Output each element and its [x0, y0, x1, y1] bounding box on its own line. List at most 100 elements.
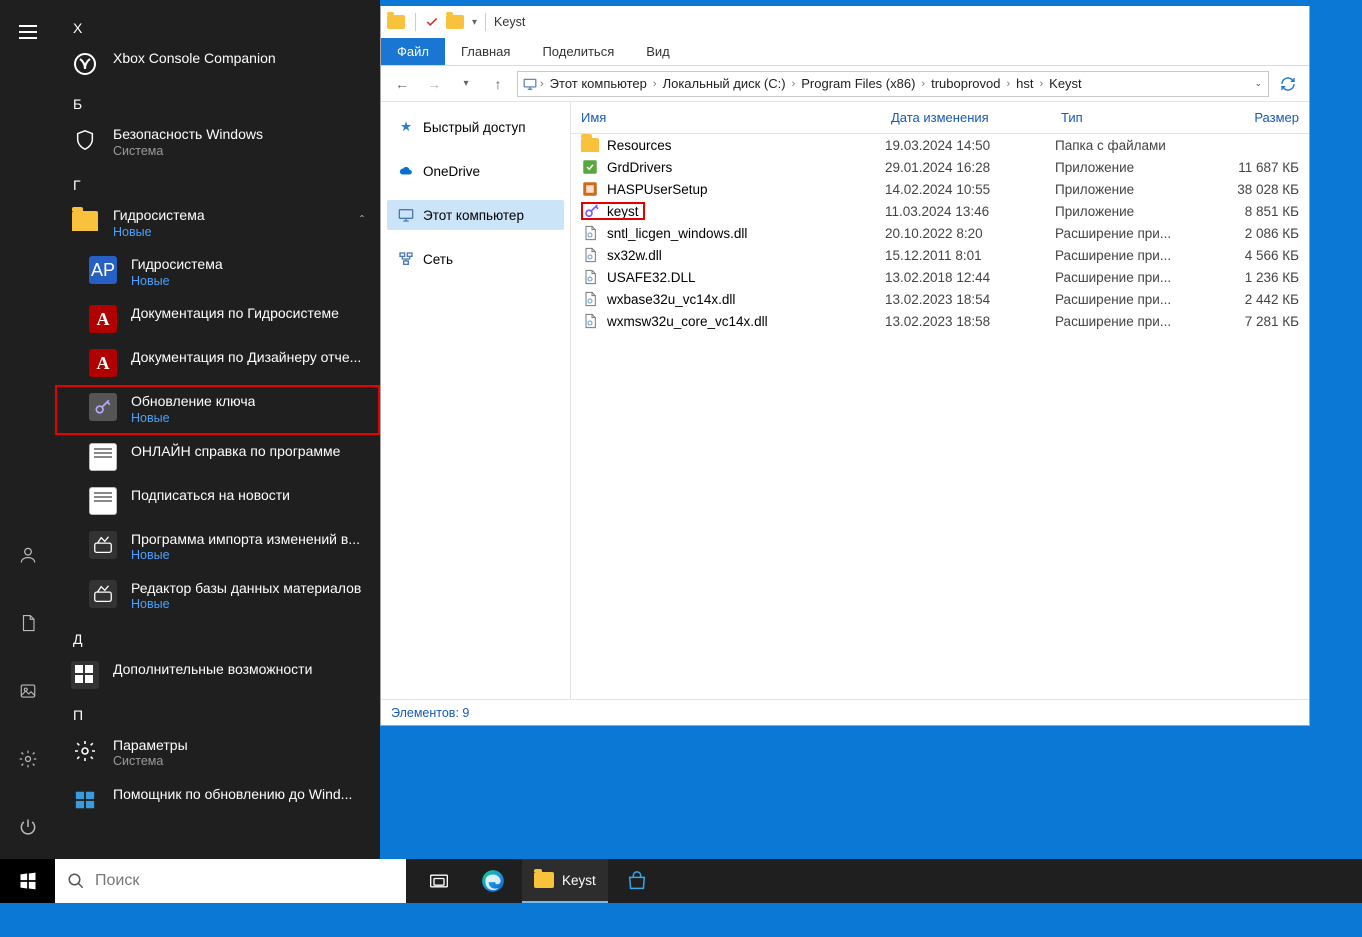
- letter-header[interactable]: П: [55, 697, 380, 729]
- chevron-right-icon[interactable]: ›: [919, 78, 927, 90]
- breadcrumb-item[interactable]: Keyst: [1045, 76, 1086, 91]
- file-row[interactable]: keyst11.03.2024 13:46Приложение8 851 КБ: [571, 200, 1309, 222]
- app-subscribe-news[interactable]: Подписаться на новости: [55, 479, 380, 523]
- titlebar[interactable]: ▾ Keyst: [381, 6, 1309, 38]
- start-apps-list[interactable]: X Xbox Console Companion Б Безопасность …: [55, 0, 380, 859]
- start-rail: [0, 0, 55, 859]
- file-row[interactable]: HASPUserSetup14.02.2024 10:55Приложение3…: [571, 178, 1309, 200]
- breadcrumb-item[interactable]: truboprovod: [927, 76, 1004, 91]
- ribbon-tab-share[interactable]: Поделиться: [526, 38, 630, 65]
- ribbon-tab-home[interactable]: Главная: [445, 38, 526, 65]
- breadcrumb-dropdown[interactable]: ⌄: [1252, 78, 1264, 89]
- app-change-importer[interactable]: Программа импорта изменений в... Новые: [55, 523, 380, 572]
- app-doc-hydrosystem[interactable]: A Документация по Гидросистеме: [55, 297, 380, 341]
- app-online-help[interactable]: ОНЛАЙН справка по программе: [55, 435, 380, 479]
- file-row[interactable]: sx32w.dll15.12.2011 8:01Расширение при..…: [571, 244, 1309, 266]
- breadcrumb-item[interactable]: Этот компьютер: [546, 76, 651, 91]
- breadcrumb-item[interactable]: hst: [1012, 76, 1037, 91]
- start-button[interactable]: [0, 859, 55, 903]
- chevron-right-icon[interactable]: ›: [651, 78, 659, 90]
- store-button[interactable]: [612, 859, 662, 903]
- file-icon: [581, 246, 599, 264]
- shield-icon: [71, 126, 99, 154]
- letter-header[interactable]: Б: [55, 86, 380, 118]
- app-label: Гидросистема: [131, 256, 223, 274]
- breadcrumb-item[interactable]: Локальный диск (C:): [659, 76, 790, 91]
- tree-onedrive[interactable]: OneDrive: [387, 156, 564, 186]
- app-sublabel: Система: [113, 754, 188, 770]
- chevron-right-icon[interactable]: ›: [1037, 78, 1045, 90]
- file-size: 2 442 КБ: [1215, 292, 1305, 307]
- qat-dropdown[interactable]: ▾: [472, 17, 477, 28]
- column-header-type[interactable]: Тип: [1055, 108, 1215, 127]
- file-date: 13.02.2023 18:58: [885, 314, 1055, 329]
- nav-forward-button[interactable]: →: [421, 71, 447, 97]
- file-row[interactable]: Resources19.03.2024 14:50Папка с файлами: [571, 134, 1309, 156]
- nav-history-dropdown[interactable]: ▾: [453, 71, 479, 97]
- navigation-pane[interactable]: ★ Быстрый доступ OneDrive Этот компьютер: [381, 102, 571, 699]
- file-row[interactable]: GrdDrivers29.01.2024 16:28Приложение11 6…: [571, 156, 1309, 178]
- app-label: Дополнительные возможности: [113, 661, 312, 679]
- app-label: Подписаться на новости: [131, 487, 290, 505]
- folder-hydrosystem[interactable]: Гидросистема Новые ˆ: [55, 199, 380, 248]
- letter-header[interactable]: Г: [55, 167, 380, 199]
- breadcrumb[interactable]: › Этот компьютер › Локальный диск (C:) ›…: [517, 71, 1269, 97]
- file-row[interactable]: USAFE32.DLL13.02.2018 12:44Расширение пр…: [571, 266, 1309, 288]
- chevron-right-icon[interactable]: ›: [538, 78, 546, 90]
- task-view-button[interactable]: [414, 859, 464, 903]
- nav-up-button[interactable]: ↑: [485, 71, 511, 97]
- xbox-icon: [71, 50, 99, 78]
- app-xbox-console-companion[interactable]: Xbox Console Companion: [55, 42, 380, 86]
- refresh-button[interactable]: [1275, 71, 1301, 97]
- breadcrumb-item[interactable]: Program Files (x86): [797, 76, 919, 91]
- file-row[interactable]: wxmsw32u_core_vc14x.dll13.02.2023 18:58Р…: [571, 310, 1309, 332]
- database-icon: [89, 580, 117, 608]
- edge-button[interactable]: [468, 859, 518, 903]
- power-button[interactable]: [8, 807, 48, 847]
- file-name: sx32w.dll: [607, 248, 662, 263]
- tree-label: Сеть: [423, 252, 453, 267]
- search-input[interactable]: [95, 872, 394, 890]
- taskbar-item-label: Keyst: [562, 873, 596, 888]
- window-title: Keyst: [494, 15, 525, 29]
- file-row[interactable]: sntl_licgen_windows.dll20.10.2022 8:20Ра…: [571, 222, 1309, 244]
- folder-icon: [71, 207, 99, 235]
- ribbon-tab-view[interactable]: Вид: [630, 38, 686, 65]
- app-label: Обновление ключа: [131, 393, 255, 411]
- ribbon-tab-file[interactable]: Файл: [381, 38, 445, 65]
- app-extras[interactable]: Дополнительные возможности: [55, 653, 380, 697]
- app-materials-db-editor[interactable]: Редактор базы данных материалов Новые: [55, 572, 380, 621]
- folder-label: Гидросистема: [113, 207, 205, 225]
- column-header-size[interactable]: Размер: [1215, 108, 1305, 127]
- tree-this-pc[interactable]: Этот компьютер: [387, 200, 564, 230]
- file-icon: [581, 312, 599, 330]
- letter-header[interactable]: Д: [55, 621, 380, 653]
- app-label: Параметры: [113, 737, 188, 755]
- nav-back-button[interactable]: ←: [389, 71, 415, 97]
- chevron-right-icon[interactable]: ›: [1004, 78, 1012, 90]
- file-list: Имя Дата изменения Тип Размер Resources1…: [571, 102, 1309, 699]
- tree-quick-access[interactable]: ★ Быстрый доступ: [387, 112, 564, 142]
- start-menu-expand-button[interactable]: [8, 12, 48, 52]
- column-header-date[interactable]: Дата изменения: [885, 108, 1055, 127]
- app-windows-update-assistant[interactable]: Помощник по обновлению до Wind...: [55, 778, 380, 822]
- app-windows-security[interactable]: Безопасность Windows Система: [55, 118, 380, 167]
- app-settings[interactable]: Параметры Система: [55, 729, 380, 778]
- letter-header[interactable]: X: [55, 10, 380, 42]
- pictures-button[interactable]: [8, 671, 48, 711]
- file-size: 2 086 КБ: [1215, 226, 1305, 241]
- settings-rail-button[interactable]: [8, 739, 48, 779]
- documents-button[interactable]: [8, 603, 48, 643]
- qat-save-icon[interactable]: [424, 14, 440, 30]
- app-update-key[interactable]: Обновление ключа Новые: [55, 385, 380, 434]
- taskbar-item-explorer-keyst[interactable]: Keyst: [522, 859, 608, 903]
- app-doc-report-designer[interactable]: A Документация по Дизайнеру отче...: [55, 341, 380, 385]
- taskbar-search[interactable]: [55, 859, 406, 903]
- column-header-name[interactable]: Имя: [575, 108, 885, 127]
- app-hydrosystem[interactable]: АР Гидросистема Новые: [55, 248, 380, 297]
- account-button[interactable]: [8, 535, 48, 575]
- chevron-right-icon[interactable]: ›: [790, 78, 798, 90]
- pc-icon: [397, 206, 415, 224]
- tree-network[interactable]: Сеть: [387, 244, 564, 274]
- file-row[interactable]: wxbase32u_vc14x.dll13.02.2023 18:54Расши…: [571, 288, 1309, 310]
